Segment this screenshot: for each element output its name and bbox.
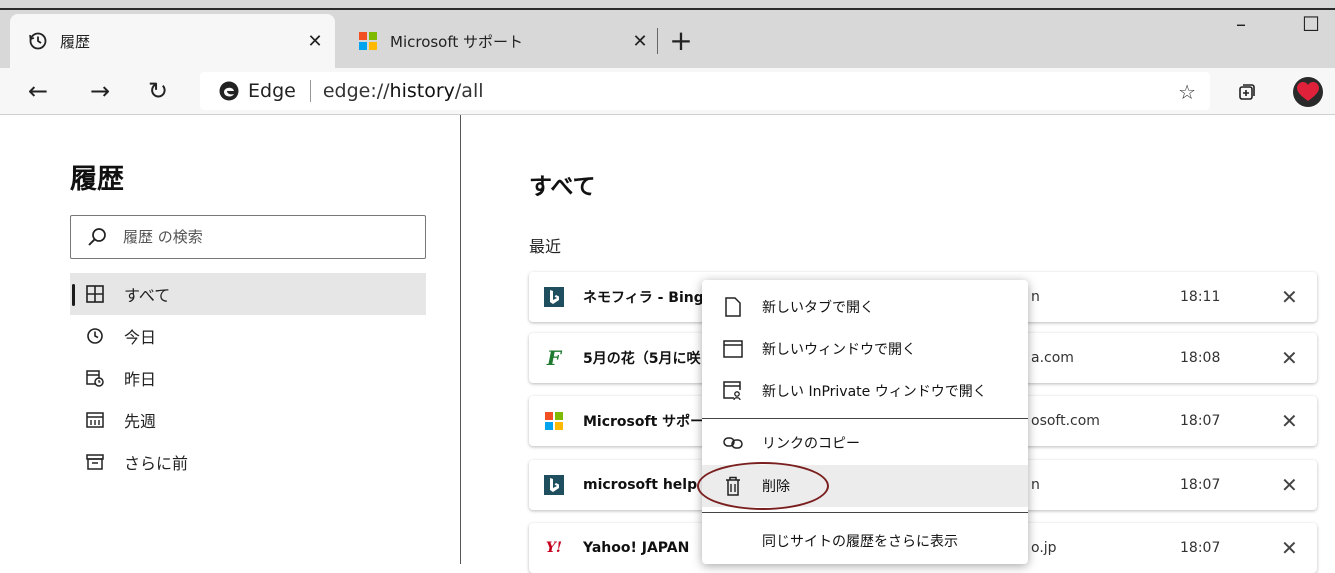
remove-entry-icon[interactable]: ✕ (1281, 409, 1298, 433)
section-title: すべて (529, 174, 596, 200)
highlight-ring-annotation (697, 462, 829, 510)
favorite-star-icon[interactable]: ☆ (1178, 80, 1196, 104)
sidebar-item-all[interactable]: すべて (70, 273, 426, 315)
sidebar-item-yesterday[interactable]: 昨日 (70, 357, 426, 399)
calendar-icon (84, 409, 106, 431)
new-window-icon (722, 338, 744, 360)
heart-icon (1297, 82, 1319, 101)
menu-item-spacer (722, 530, 744, 552)
remove-entry-icon[interactable]: ✕ (1281, 536, 1298, 560)
history-row-title: ネモフィラ - Bing (583, 290, 704, 306)
group-label-recent: 最近 (529, 237, 562, 256)
edge-logo-icon (219, 81, 239, 101)
remove-entry-icon[interactable]: ✕ (1281, 285, 1298, 309)
menu-item-open-inprivate[interactable]: 新しい InPrivate ウィンドウで開く (702, 370, 1028, 412)
bing-icon (543, 474, 565, 496)
context-menu: 新しいタブで開く 新しいウィンドウで開く 新しい InPrivate ウィンドウ… (702, 280, 1028, 564)
search-input[interactable] (121, 227, 405, 247)
bing-icon (543, 286, 565, 308)
microsoft-logo-icon (358, 31, 378, 51)
sidebar-item-label: すべて (124, 286, 171, 305)
sidebar-item-older[interactable]: さらに前 (70, 441, 426, 483)
forward-button[interactable]: → (84, 76, 116, 106)
history-row-time: 18:07 (1180, 413, 1221, 429)
history-row-time: 18:08 (1180, 350, 1221, 366)
tab-history[interactable]: 履歴 ✕ (10, 14, 335, 68)
tab-microsoft-support-label: Microsoft サポート (390, 32, 524, 51)
refresh-button[interactable]: ↻ (142, 76, 174, 106)
new-tab-button[interactable]: + (666, 22, 696, 60)
menu-item-label: 新しいウィンドウで開く (762, 342, 916, 358)
history-row-time: 18:07 (1180, 477, 1221, 493)
history-search-box[interactable] (70, 215, 426, 259)
toolbar: ← → ↻ Edge edge://history/all ☆ (0, 68, 1335, 115)
sidebar-item-label: さらに前 (124, 454, 189, 473)
menu-separator (702, 418, 1028, 419)
tab-strip: 履歴 ✕ Microsoft サポート ✕ + – ☐ (0, 0, 1335, 68)
history-row-title: microsoft help - (583, 477, 708, 493)
menu-item-label: 新しいタブで開く (762, 300, 874, 316)
clock-icon (84, 325, 106, 347)
site-identity-label: Edge (248, 80, 296, 102)
page-title: 履歴 (70, 164, 124, 195)
sidebar-item-last-week[interactable]: 先週 (70, 399, 426, 441)
menu-item-label: 同じサイトの履歴をさらに表示 (762, 534, 958, 550)
inprivate-window-icon (722, 380, 744, 402)
window-top-border (0, 8, 1335, 10)
collections-icon[interactable] (1237, 82, 1257, 102)
remove-entry-icon[interactable]: ✕ (1281, 473, 1298, 497)
tab-microsoft-support[interactable]: Microsoft サポート ✕ (340, 14, 660, 68)
calendar-clock-icon (84, 367, 106, 389)
history-row-domain: n (1031, 477, 1040, 493)
tab-close-icon[interactable]: ✕ (301, 31, 329, 52)
address-url[interactable]: edge://history/all (323, 80, 484, 102)
history-row-domain: osoft.com (1031, 413, 1100, 429)
history-row-title: Yahoo! JAPAN (583, 540, 690, 556)
flower-site-icon: F (546, 346, 562, 370)
profile-avatar[interactable] (1293, 77, 1323, 107)
address-bar[interactable]: Edge edge://history/all ☆ (200, 72, 1210, 110)
yahoo-icon: Y! (545, 540, 563, 556)
menu-item-more-from-site[interactable]: 同じサイトの履歴をさらに表示 (702, 520, 1028, 562)
tab-close-icon[interactable]: ✕ (626, 31, 654, 52)
search-icon (88, 228, 106, 246)
menu-item-open-new-tab[interactable]: 新しいタブで開く (702, 286, 1028, 328)
link-icon (722, 432, 744, 454)
menu-item-label: リンクのコピー (762, 436, 860, 452)
history-row-title: 5月の花（5月に咲 (583, 351, 701, 367)
tab-history-label: 履歴 (60, 32, 91, 51)
menu-separator (702, 512, 1028, 513)
sidebar-item-label: 昨日 (124, 370, 157, 389)
menu-item-copy-link[interactable]: リンクのコピー (702, 422, 1028, 464)
history-row-time: 18:07 (1180, 540, 1221, 556)
microsoft-logo-icon (543, 410, 565, 432)
address-separator (309, 80, 311, 102)
history-row-time: 18:11 (1180, 289, 1221, 305)
history-icon (28, 31, 48, 51)
new-tab-icon (722, 296, 744, 318)
grid-icon (84, 283, 106, 305)
sidebar-item-label: 先週 (124, 412, 157, 431)
history-sidebar: 履歴 すべて 今日 昨日 先週 さらに前 (0, 115, 461, 564)
sidebar-item-today[interactable]: 今日 (70, 315, 426, 357)
archive-icon (84, 451, 106, 473)
history-row-domain: a.com (1031, 350, 1074, 366)
menu-item-open-new-window[interactable]: 新しいウィンドウで開く (702, 328, 1028, 370)
history-row-domain: o.jp (1031, 540, 1057, 556)
remove-entry-icon[interactable]: ✕ (1281, 346, 1298, 370)
menu-item-label: 新しい InPrivate ウィンドウで開く (762, 384, 987, 400)
history-row-domain: n (1031, 289, 1040, 305)
tab-separator (657, 28, 658, 54)
history-row-title: Microsoft サポート (583, 414, 719, 430)
back-button[interactable]: ← (22, 76, 54, 106)
sidebar-item-label: 今日 (124, 328, 157, 347)
minimize-button[interactable]: – (1236, 12, 1246, 36)
maximize-button[interactable]: ☐ (1302, 12, 1320, 36)
